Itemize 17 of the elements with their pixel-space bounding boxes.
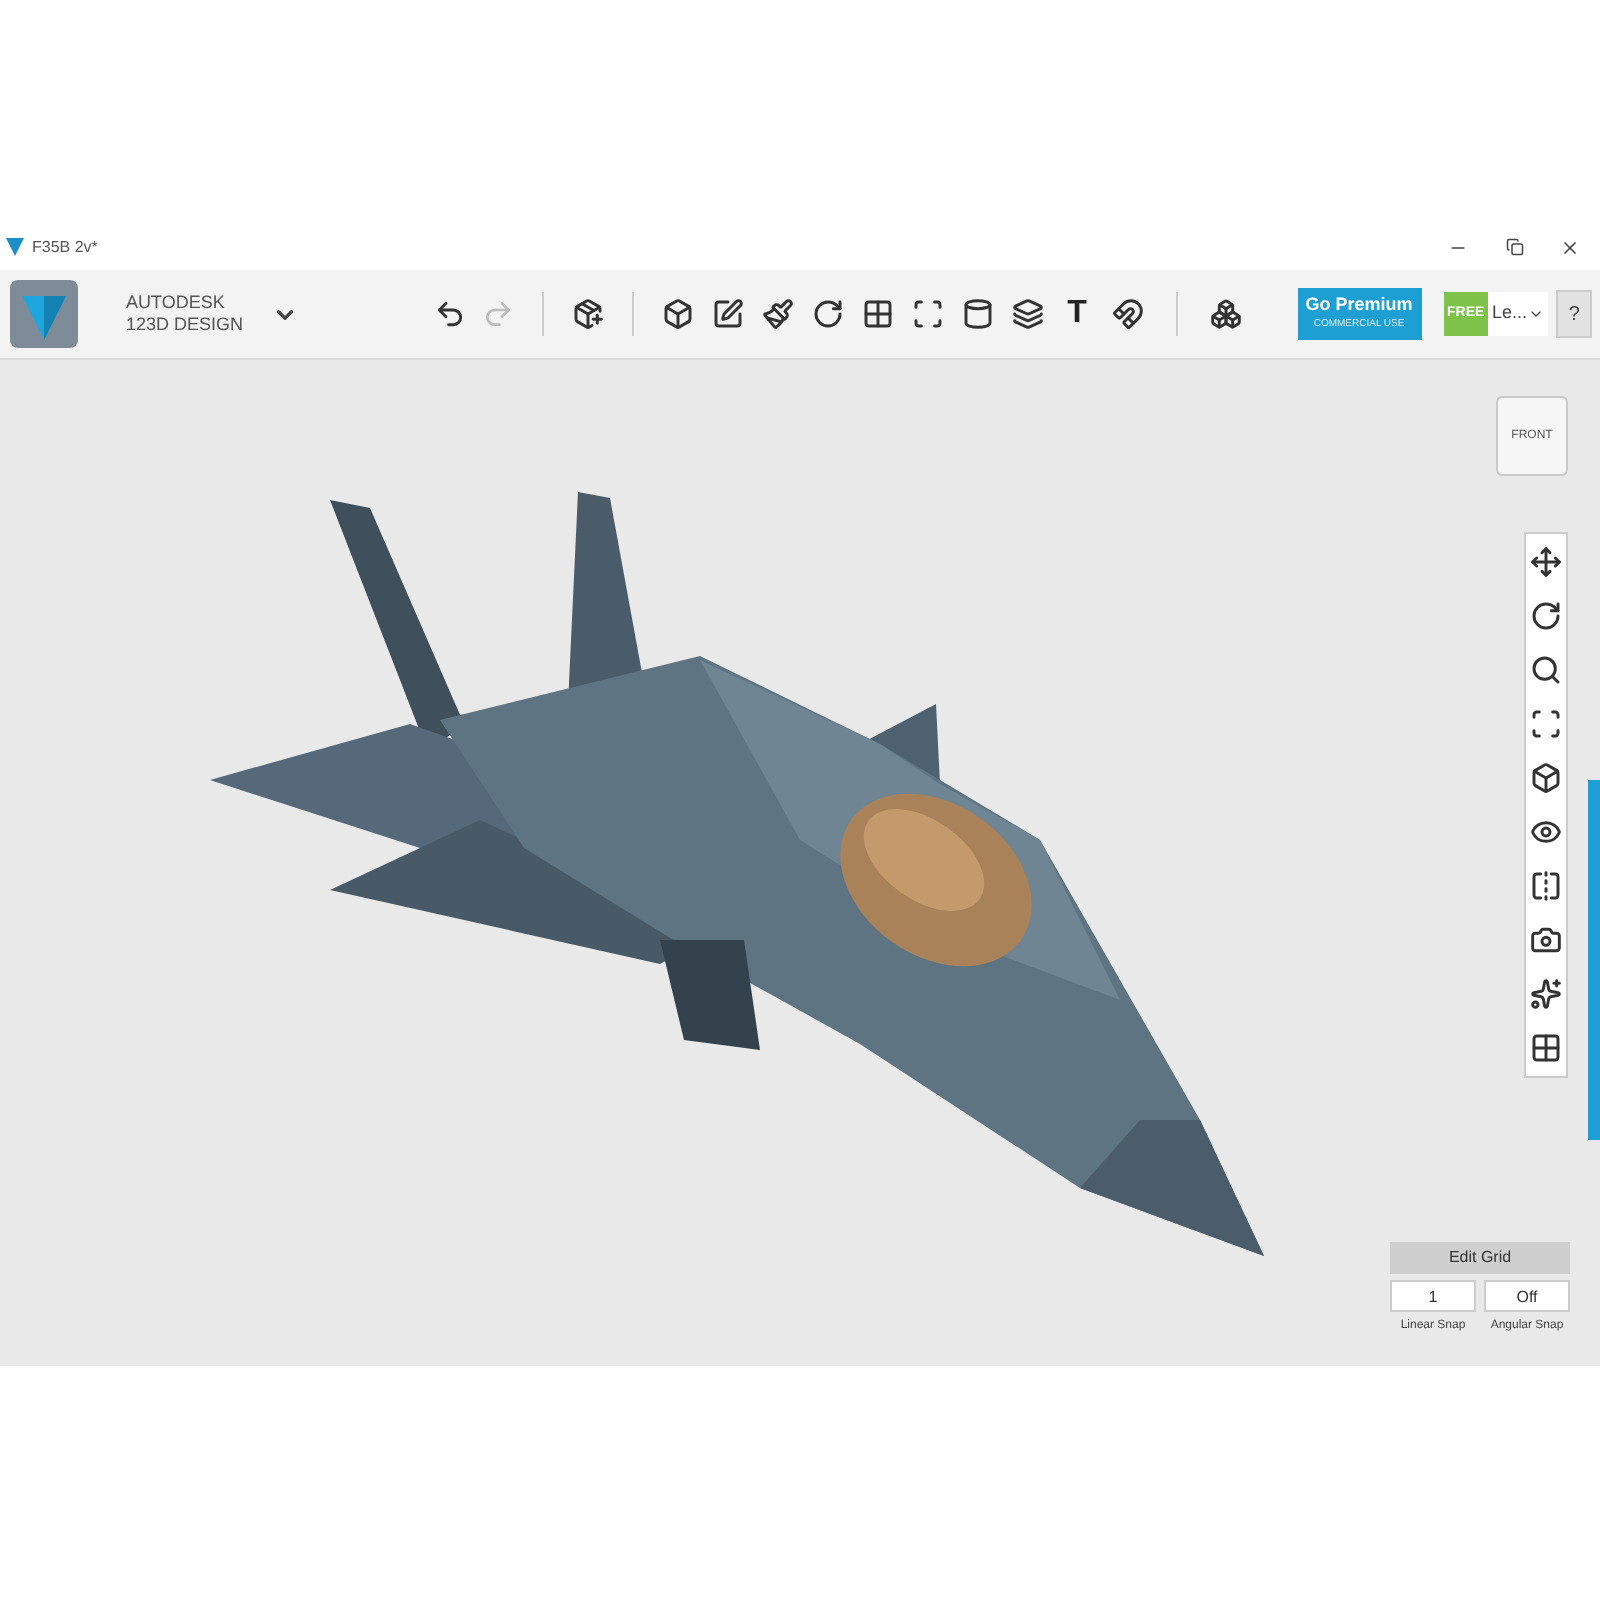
app-logo-icon: [6, 238, 24, 256]
app-logo-icon: [10, 280, 78, 348]
window-title: F35B 2v*: [32, 235, 98, 259]
account-dropdown[interactable]: Le...: [1488, 292, 1549, 336]
angular-snap-field[interactable]: Off: [1484, 1280, 1570, 1312]
edit-grid-button[interactable]: Edit Grid: [1390, 1242, 1570, 1274]
help-button[interactable]: ?: [1556, 290, 1593, 338]
snap-icon[interactable]: [1107, 294, 1148, 334]
restore-icon[interactable]: [1505, 238, 1523, 256]
text-tool-button[interactable]: T: [1057, 294, 1098, 334]
linear-snap-field[interactable]: 1: [1390, 1280, 1476, 1312]
caret-icon: [1528, 306, 1545, 322]
brush-icon[interactable]: [757, 294, 798, 334]
close-icon[interactable]: [1560, 237, 1580, 257]
brand-name: AUTODESK: [126, 292, 227, 314]
product-name: 123D DESIGN: [126, 314, 244, 336]
pan-icon[interactable]: [1526, 542, 1566, 582]
